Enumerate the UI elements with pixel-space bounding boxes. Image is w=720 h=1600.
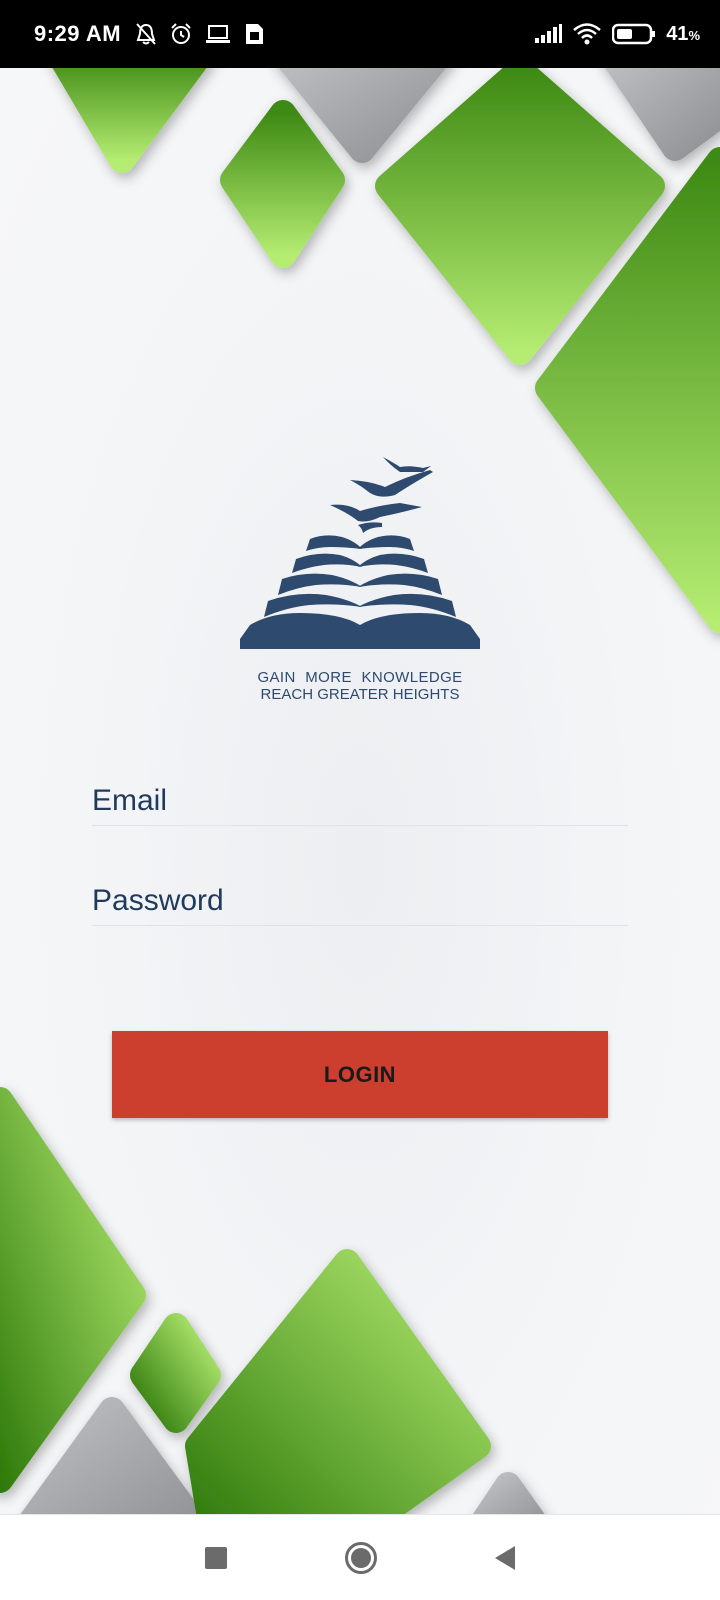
book-birds-logo-icon (240, 457, 480, 649)
logo-tagline-line1: GAIN MORE KNOWLEDGE (257, 669, 463, 686)
back-icon[interactable] (495, 1545, 515, 1570)
battery-percentage: 41% (666, 22, 700, 45)
alarm-clock-icon (171, 23, 191, 44)
login-button[interactable]: LOGIN (112, 1031, 608, 1118)
login-screen: 9:29 AM 41% GAIN MORE KNOWLEDGE REACH GR… (0, 0, 720, 1600)
app-logo: GAIN MORE KNOWLEDGE REACH GREATER HEIGHT… (230, 455, 490, 705)
navigation-bar (0, 1514, 720, 1600)
laptop-icon (206, 25, 231, 43)
status-bar: 9:29 AM 41% (0, 0, 720, 68)
sim-card-icon (246, 24, 264, 44)
status-time: 9:29 AM (34, 21, 122, 46)
battery-icon (612, 23, 656, 45)
password-input[interactable] (92, 862, 628, 925)
wifi-icon (573, 23, 601, 45)
email-input[interactable] (92, 762, 628, 825)
logo-tagline-line2: REACH GREATER HEIGHTS (260, 686, 460, 703)
home-icon[interactable] (345, 1541, 377, 1574)
password-field-container (92, 862, 628, 926)
email-field-container (92, 762, 628, 826)
muted-bell-icon (136, 23, 156, 45)
signal-bars-icon (535, 24, 563, 43)
recent-apps-icon[interactable] (205, 1546, 227, 1569)
